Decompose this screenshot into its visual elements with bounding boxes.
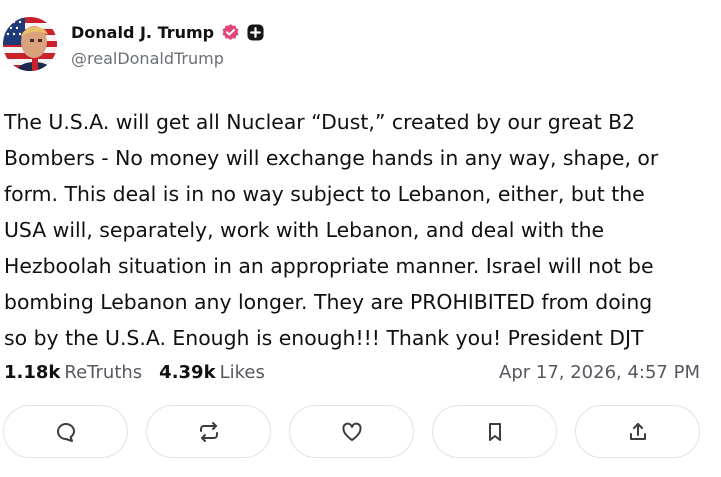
verified-badge-icon [221,23,240,42]
bookmark-button[interactable] [432,405,557,458]
retruth-button[interactable] [146,405,271,458]
retruths-label[interactable]: ReTruths [64,362,142,383]
like-button[interactable] [289,405,414,458]
post-actions [3,405,703,460]
share-button[interactable] [575,405,700,458]
post-body-text: The U.S.A. will get all Nuclear “Dust,” … [4,110,659,350]
like-icon [341,422,362,441]
truth-post: Donald J. Trump @realDonaldTrump The U.S… [0,0,721,477]
retruth-icon [199,421,218,442]
likes-label[interactable]: Likes [220,362,265,383]
avatar-image [3,17,57,71]
post-stats: 1.18k ReTruths 4.39k Likes [4,360,265,384]
reply-icon [56,422,75,442]
author-handle[interactable]: @realDonaldTrump [71,49,224,68]
display-name[interactable]: Donald J. Trump [71,23,214,42]
bookmark-icon [488,422,501,441]
retruths-count[interactable]: 1.18k [4,362,60,383]
avatar[interactable] [3,17,57,71]
group-badge-icon [247,23,264,41]
reply-button[interactable] [3,405,128,458]
share-icon [629,422,646,440]
post-timestamp[interactable]: Apr 17, 2026, 4:57 PM [499,360,700,384]
likes-count[interactable]: 4.39k [159,362,215,383]
author-name-row: Donald J. Trump [71,21,264,43]
